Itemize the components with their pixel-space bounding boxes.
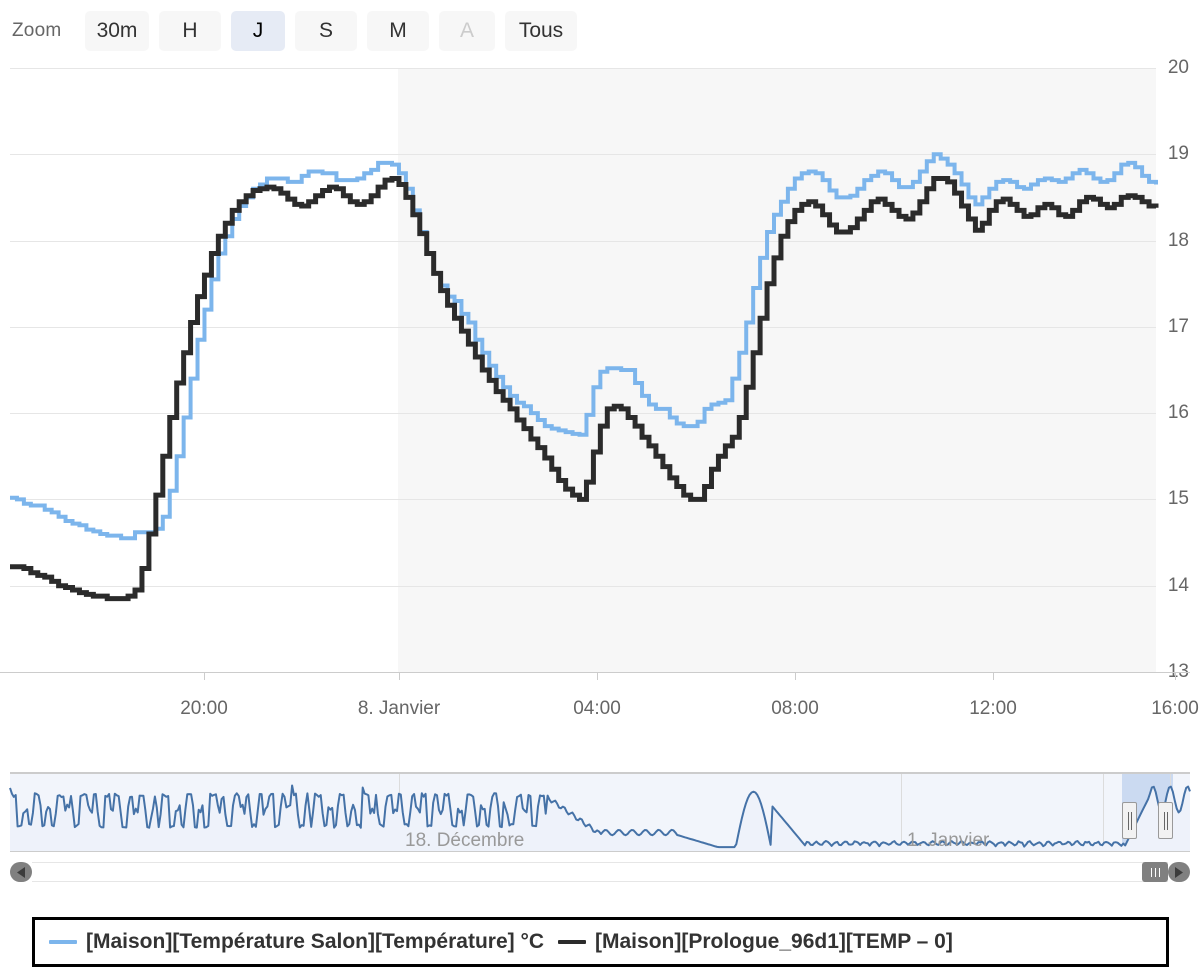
- x-tick-mark-5: [1175, 673, 1176, 680]
- stock-chart: Zoom 30m H J S M A Tous 13 14 15 16 17 18 19 20 20:00…: [0, 0, 1200, 976]
- x-tick-mark-3: [795, 673, 796, 680]
- range-button-label: J: [252, 19, 264, 42]
- range-button-label: A: [459, 19, 474, 42]
- range-button-label: H: [182, 19, 198, 42]
- y-tick-label-15: 15: [1167, 488, 1189, 510]
- scroll-left-arrow-button[interactable]: [10, 862, 32, 882]
- legend-label-1: [Maison][Prologue_96d1][TEMP – 0]: [595, 930, 953, 953]
- series-container: [10, 68, 1156, 672]
- y-tick-label-16: 16: [1167, 402, 1189, 424]
- legend: [Maison][Température Salon][Température]…: [32, 917, 1169, 967]
- range-button-s[interactable]: S: [295, 11, 357, 51]
- range-button-label: 30m: [96, 19, 138, 42]
- zoom-label: Zoom: [12, 20, 62, 41]
- range-button-m[interactable]: M: [367, 11, 429, 51]
- navigator-handle-right[interactable]: [1158, 802, 1173, 839]
- legend-item-0[interactable]: [Maison][Température Salon][Température]…: [49, 930, 544, 954]
- scroll-right-arrow-button[interactable]: [1168, 862, 1190, 882]
- x-axis-line: [0, 672, 1190, 673]
- x-tick-mark-1: [399, 673, 400, 680]
- legend-line-marker-1: [558, 940, 587, 944]
- chevron-left-icon: [16, 866, 25, 878]
- y-tick-label-17: 17: [1167, 315, 1189, 337]
- x-tick-label-3: 08:00: [771, 698, 819, 719]
- legend-label-0: [Maison][Température Salon][Température]…: [86, 930, 545, 953]
- x-tick-label-1: 8. Janvier: [357, 698, 441, 719]
- navigator[interactable]: 18. Décembre 1. Janvier: [10, 772, 1190, 852]
- x-tick-label-0: 20:00: [180, 698, 228, 719]
- range-button-label: Tous: [518, 19, 564, 42]
- y-tick-label-20: 20: [1167, 57, 1189, 78]
- y-tick-label-18: 18: [1167, 229, 1189, 251]
- series-line-1[interactable]: [10, 178, 1156, 598]
- scrollbar[interactable]: [10, 862, 1190, 882]
- range-button-j[interactable]: J: [231, 11, 285, 51]
- range-button-a: A: [439, 11, 495, 51]
- navigator-handle-left[interactable]: [1122, 802, 1137, 839]
- x-tick-label-4: 12:00: [969, 698, 1017, 719]
- navigator-x-label-0: 18. Décembre: [405, 830, 525, 851]
- range-button-tous[interactable]: Tous: [505, 11, 577, 51]
- range-button-30m[interactable]: 30m: [85, 11, 149, 51]
- navigator-x-label-1: 1. Janvier: [907, 830, 990, 851]
- legend-line-marker-0: [49, 940, 77, 944]
- range-button-h[interactable]: H: [159, 11, 221, 51]
- legend-item-1[interactable]: [Maison][Prologue_96d1][TEMP – 0]: [558, 930, 953, 954]
- y-tick-label-14: 14: [1167, 574, 1189, 596]
- scrollbar-track[interactable]: [32, 862, 1168, 882]
- x-tick-mark-4: [993, 673, 994, 680]
- scrollbar-thumb[interactable]: [1142, 862, 1168, 882]
- chevron-right-icon: [1174, 866, 1183, 878]
- x-tick-label-2: 04:00: [573, 698, 621, 719]
- x-tick-mark-2: [597, 673, 598, 680]
- series-line-0[interactable]: [10, 154, 1156, 538]
- y-tick-label-19: 19: [1167, 143, 1189, 165]
- range-selector: Zoom 30m H J S M A Tous: [0, 0, 1200, 60]
- plot-area: [10, 68, 1156, 673]
- navigator-series: [10, 774, 1190, 851]
- range-button-label: S: [318, 19, 333, 42]
- range-button-label: M: [389, 19, 407, 42]
- navigator-bottom-border: [10, 851, 1190, 852]
- x-tick-mark-0: [204, 673, 205, 680]
- x-tick-label-5: 16:00: [1151, 698, 1199, 719]
